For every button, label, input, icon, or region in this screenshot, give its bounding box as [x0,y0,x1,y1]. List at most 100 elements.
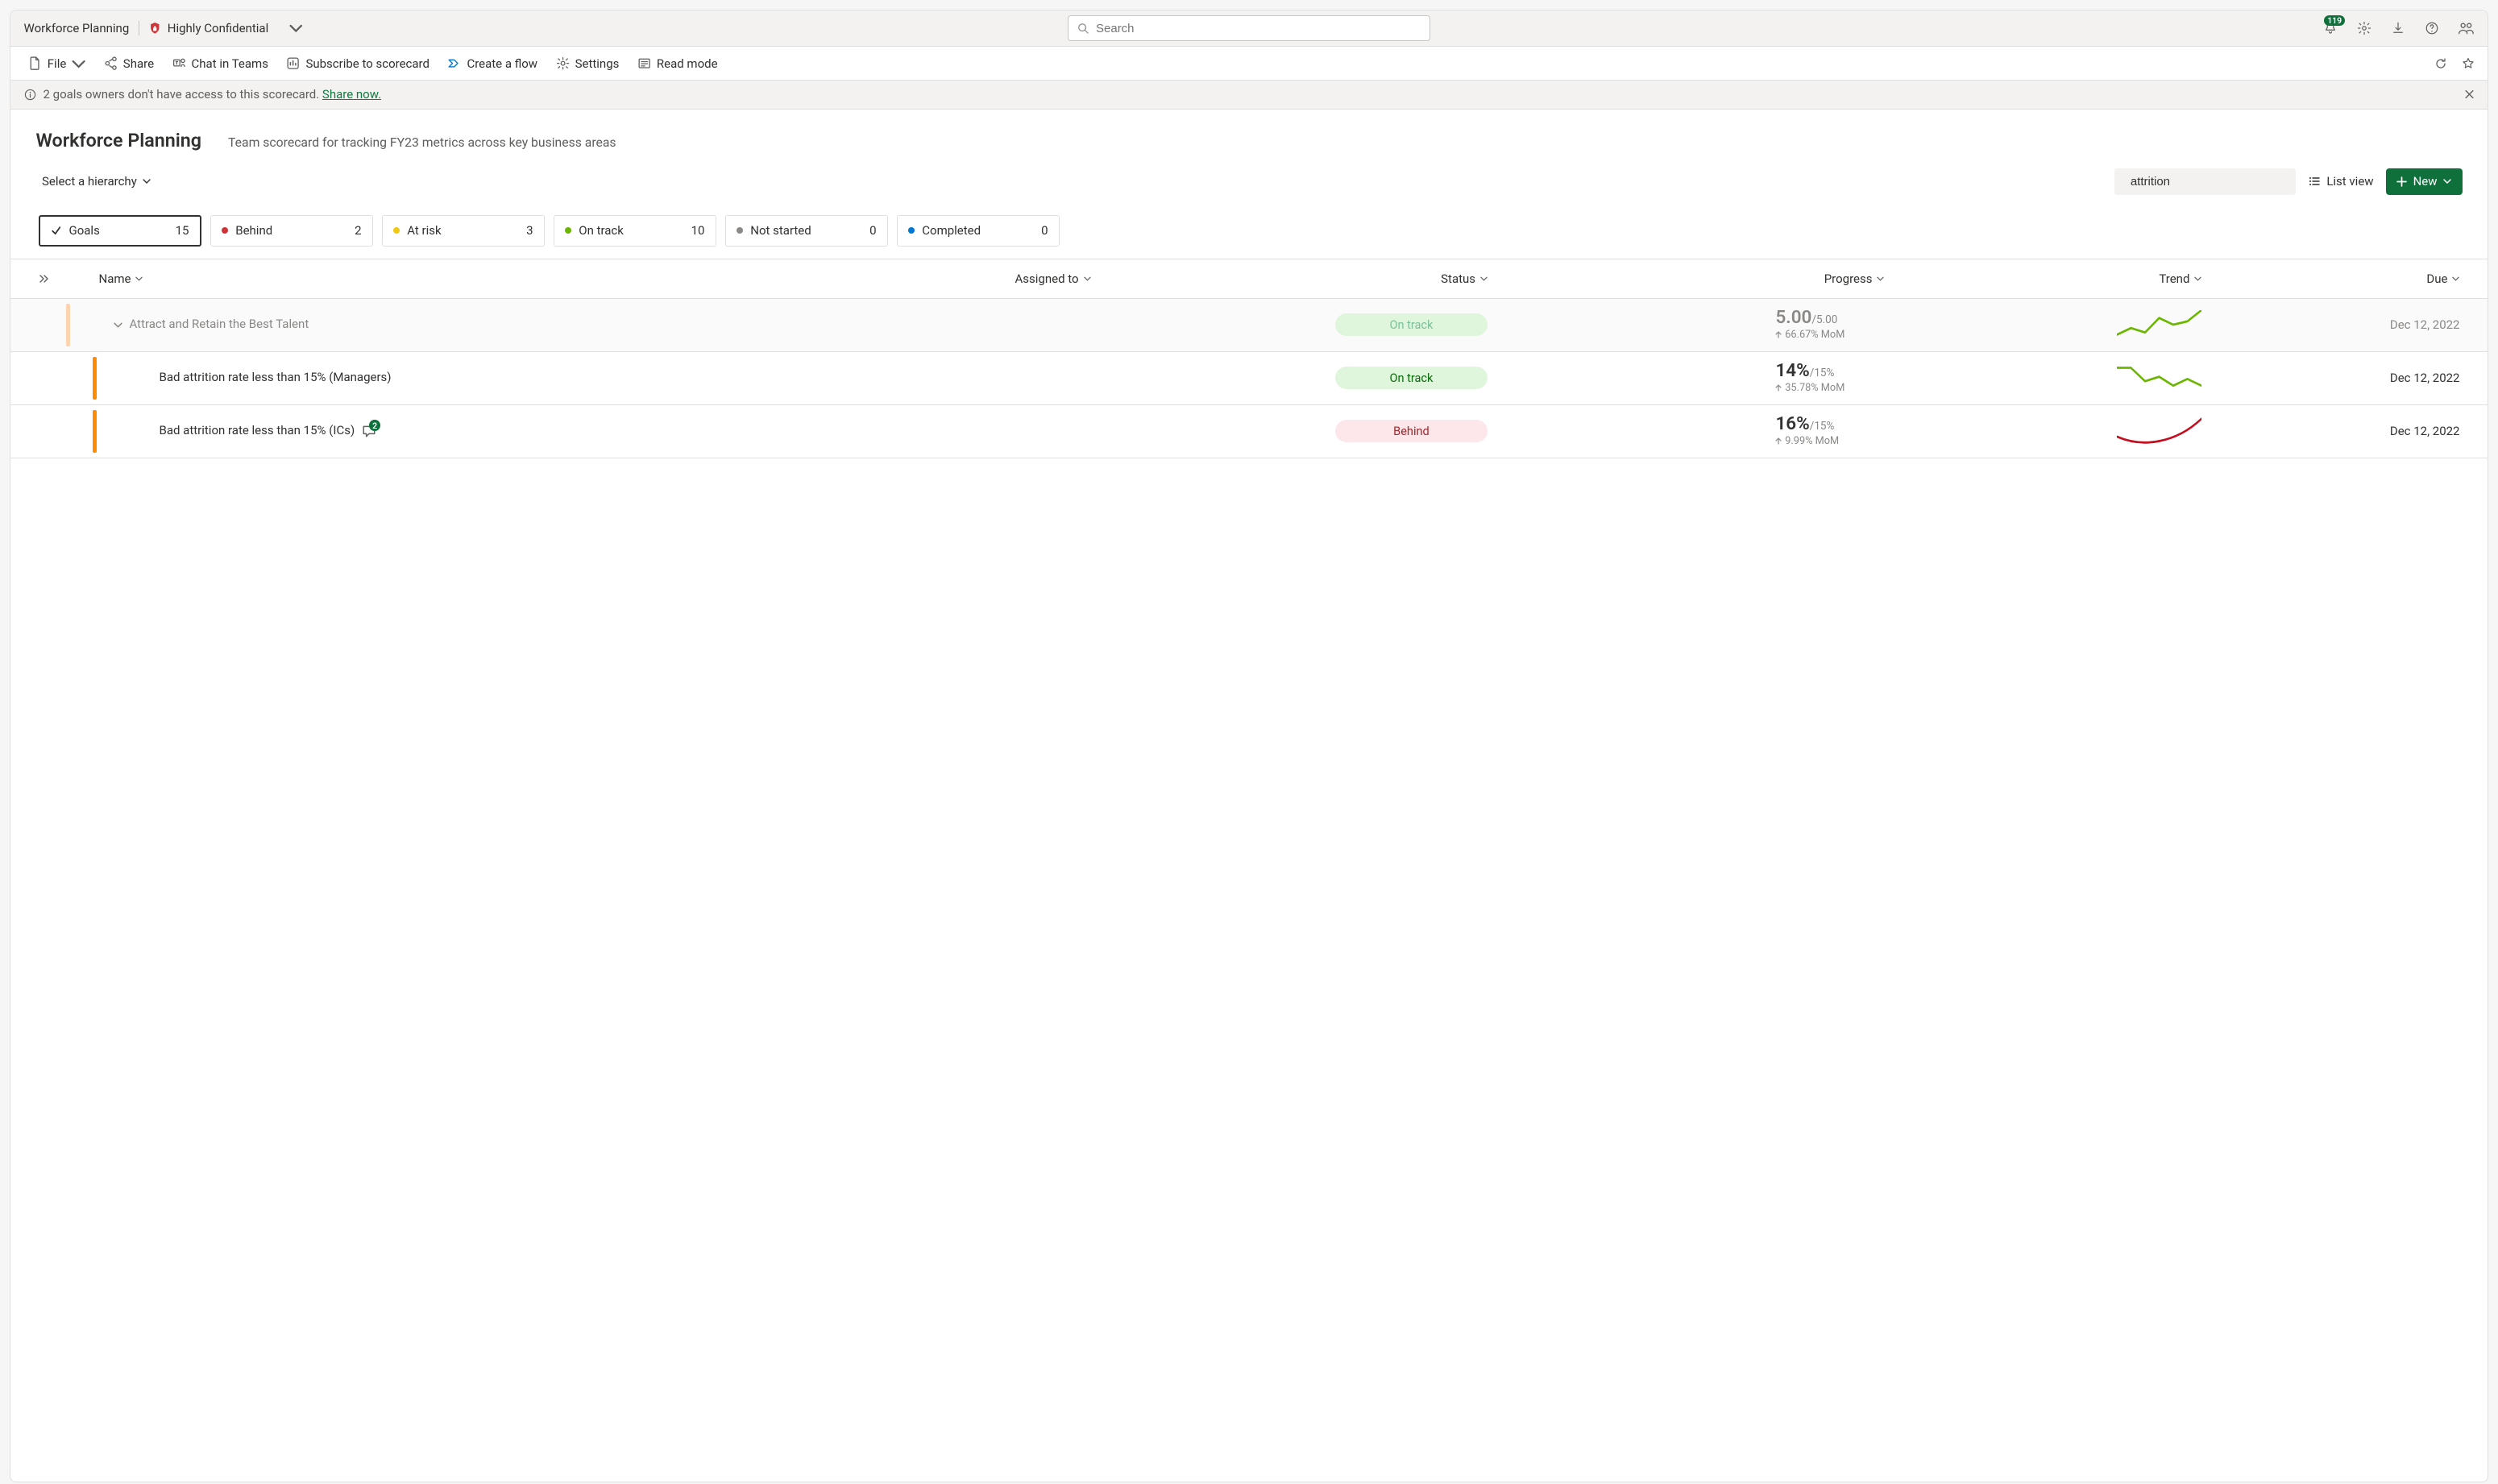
column-status[interactable]: Status [1091,272,1488,286]
help-button[interactable] [2424,20,2441,37]
chat-teams-button[interactable]: Chat in Teams [168,53,272,74]
close-banner-button[interactable] [2464,89,2475,100]
row-status-bar [66,304,70,346]
notifications-button[interactable]: 119 [2322,20,2339,37]
status-dot [565,227,571,234]
status-filter-count: 15 [176,223,189,238]
close-icon [2464,89,2475,100]
teams-icon [172,56,186,70]
share-now-link[interactable]: Share now. [322,87,381,102]
column-due[interactable]: Due [2201,272,2459,286]
favorite-button[interactable] [2462,57,2475,70]
column-progress[interactable]: Progress [1488,272,1884,286]
new-button[interactable]: New [2386,168,2463,195]
sparkline-icon [2117,363,2201,392]
table-row[interactable]: Bad attrition rate less than 15% (Manage… [10,352,2488,405]
sensitivity-label[interactable]: Highly Confidential [148,21,302,35]
list-view-toggle[interactable]: List view [2308,174,2374,189]
due-cell: Dec 12, 2022 [2390,424,2460,438]
column-trend[interactable]: Trend [1884,272,2201,286]
progress-delta: 35.78% MoM [1775,382,1844,394]
sparkline-icon [2117,417,2201,446]
row-status-bar [93,357,97,400]
hierarchy-dropdown[interactable]: Select a hierarchy [36,174,151,189]
expand-all-button[interactable] [39,274,99,284]
file-menu[interactable]: File [24,53,90,74]
chevron-down-icon [2194,276,2201,281]
goals-filter-input[interactable] [2129,174,2293,189]
progress-delta: 66.67% MoM [1775,329,1844,341]
trend-cell [2117,417,2201,446]
share-button[interactable]: Share [100,53,159,74]
status-filter-goals[interactable]: Goals15 [39,215,202,247]
table-row[interactable]: Attract and Retain the Best TalentOn tra… [10,299,2488,352]
search-icon [1077,23,1089,34]
read-mode-button[interactable]: Read mode [633,53,722,74]
status-filter-label: On track [579,223,624,238]
info-banner-text: 2 goals owners don't have access to this… [44,87,382,102]
file-icon [28,56,42,70]
read-mode-label: Read mode [657,56,718,71]
document-title: Workforce Planning [24,21,130,35]
chevron-double-right-icon [39,274,48,284]
due-cell: Dec 12, 2022 [2390,317,2460,332]
status-filter-ontrack[interactable]: On track10 [554,215,717,247]
status-filter-completed[interactable]: Completed0 [897,215,1060,247]
goals-filter[interactable] [2114,168,2296,195]
subscribe-button[interactable]: Subscribe to scorecard [282,53,434,74]
create-flow-label: Create a flow [467,56,537,71]
trend-cell [2117,363,2201,392]
goal-name: Attract and Retain the Best Talent [130,316,309,334]
settings-button[interactable] [2356,20,2373,37]
check-icon [51,226,62,237]
info-icon [24,89,36,101]
help-icon [2425,21,2439,35]
status-filter-count: 2 [355,223,361,238]
global-search-input[interactable] [1094,21,1421,36]
status-filter-label: Completed [922,223,981,238]
column-name[interactable]: Name [99,272,695,286]
status-dot [222,227,228,234]
app-window: Workforce Planning Highly Confidential 1… [10,10,2488,1482]
refresh-icon [2434,57,2447,70]
share-button-label: Share [123,56,154,71]
status-chip: Behind [1335,420,1488,441]
chevron-down-icon [2452,276,2459,281]
comments-indicator[interactable]: 2 [362,424,376,438]
page-description: Team scorecard for tracking FY23 metrics… [228,135,616,150]
status-filters: Goals15Behind2At risk3On track10Not star… [10,198,2488,259]
chevron-down-icon [1084,276,1091,281]
chevron-down-icon [2443,179,2451,184]
title-bar: Workforce Planning Highly Confidential 1… [10,10,2488,47]
settings-button-cmd[interactable]: Settings [551,53,623,74]
gear-icon [556,56,570,70]
status-dot [737,227,743,234]
hierarchy-label: Select a hierarchy [42,174,137,189]
chat-teams-label: Chat in Teams [192,56,268,71]
global-search[interactable] [1068,15,1430,41]
goal-name: Bad attrition rate less than 15% (ICs) [160,422,355,440]
download-button[interactable] [2390,20,2407,37]
settings-cmd-label: Settings [575,56,620,71]
status-filter-label: Not started [750,223,811,238]
chevron-down-icon [135,276,143,281]
status-filter-count: 0 [869,223,876,238]
status-filter-behind[interactable]: Behind2 [210,215,374,247]
plus-icon [2396,176,2407,187]
subscribe-label: Subscribe to scorecard [305,56,429,71]
chevron-down-icon [72,57,85,71]
table-row[interactable]: Bad attrition rate less than 15% (ICs) 2 B… [10,405,2488,458]
column-assigned[interactable]: Assigned to [694,272,1090,286]
chevron-down-icon [1877,276,1884,281]
create-flow-button[interactable]: Create a flow [443,53,542,74]
refresh-button[interactable] [2434,57,2447,70]
status-filter-atrisk[interactable]: At risk3 [382,215,546,247]
status-dot [908,227,915,234]
status-filter-count: 3 [526,223,533,238]
chevron-down-icon [289,22,303,35]
goal-name: Bad attrition rate less than 15% (Manage… [160,369,392,387]
status-filter-notstarted[interactable]: Not started 0 [725,215,889,247]
feedback-button[interactable] [2458,20,2475,37]
goals-table: Name Assigned to Status Progress Trend D… [10,259,2488,1482]
progress-value: 16%/15% [1775,415,1834,433]
